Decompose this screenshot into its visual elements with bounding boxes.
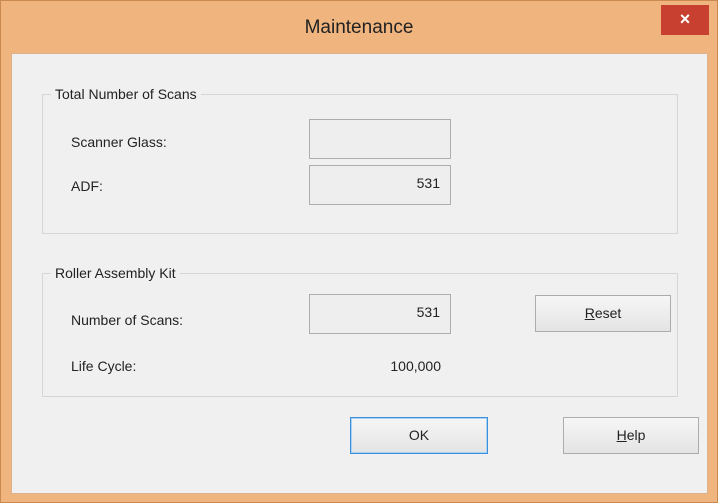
window-title: Maintenance <box>304 17 414 38</box>
reset-button[interactable]: Reset <box>535 295 671 332</box>
adf-label: ADF: <box>71 178 103 194</box>
maintenance-dialog: Maintenance × Total Number of Scans Scan… <box>0 0 718 503</box>
number-of-scans-label: Number of Scans: <box>71 312 184 328</box>
scanner-glass-count-field <box>309 119 451 159</box>
help-button-label: elp <box>626 427 646 443</box>
life-cycle-value: 100,000 <box>390 358 441 374</box>
reset-button-label: eset <box>594 305 622 321</box>
reset-button-mnemonic: R <box>584 305 595 321</box>
roller-scan-count-field: 531 <box>309 294 451 334</box>
total-scans-group: Total Number of Scans Scanner Glass: ADF… <box>42 86 678 234</box>
scanner-glass-label: Scanner Glass: <box>71 134 167 150</box>
help-button[interactable]: Help <box>563 417 699 454</box>
roller-kit-group: Roller Assembly Kit Number of Scans: 531… <box>42 265 678 397</box>
life-cycle-label: Life Cycle: <box>71 358 137 374</box>
total-scans-group-title: Total Number of Scans <box>51 86 201 102</box>
roller-kit-group-title: Roller Assembly Kit <box>51 265 180 281</box>
ok-button-label: OK <box>408 427 430 443</box>
ok-button[interactable]: OK <box>350 417 488 454</box>
adf-count-field: 531 <box>309 165 451 205</box>
dialog-client-area: Total Number of Scans Scanner Glass: ADF… <box>11 53 708 494</box>
close-button[interactable]: × <box>661 5 709 35</box>
title-bar[interactable]: Maintenance × <box>1 1 717 53</box>
close-icon: × <box>679 9 691 29</box>
help-button-mnemonic: H <box>616 427 627 443</box>
